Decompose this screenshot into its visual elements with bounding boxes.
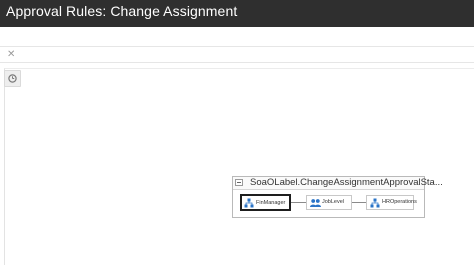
stage-header: SoaOLabel.ChangeAssignmentApprovalSta... bbox=[233, 177, 443, 190]
connector-line bbox=[352, 202, 366, 203]
diagram-canvas[interactable] bbox=[4, 68, 474, 265]
node-label: JobLevel bbox=[322, 199, 345, 205]
toolbar: ✕ bbox=[0, 46, 474, 63]
header-spacer bbox=[0, 27, 474, 46]
node-label: HROperations bbox=[382, 199, 417, 205]
clock-icon bbox=[8, 74, 17, 83]
page-title: Approval Rules: Change Assignment bbox=[6, 3, 238, 19]
collapse-icon[interactable] bbox=[235, 179, 243, 186]
hierarchy-icon bbox=[370, 198, 380, 208]
connector-line bbox=[290, 202, 306, 203]
hierarchy-icon bbox=[244, 198, 254, 208]
node-finmanager[interactable]: FinManager bbox=[240, 194, 291, 211]
node-label: FinManager bbox=[256, 200, 286, 206]
title-bar: Approval Rules: Change Assignment bbox=[0, 0, 474, 27]
close-icon[interactable]: ✕ bbox=[7, 48, 15, 61]
users-icon bbox=[310, 199, 321, 207]
node-joblevel[interactable]: JobLevel bbox=[306, 195, 352, 210]
node-hroperations[interactable]: HROperations bbox=[366, 195, 417, 210]
stage-title: SoaOLabel.ChangeAssignmentApprovalSta... bbox=[250, 177, 443, 188]
history-button[interactable] bbox=[4, 70, 21, 87]
